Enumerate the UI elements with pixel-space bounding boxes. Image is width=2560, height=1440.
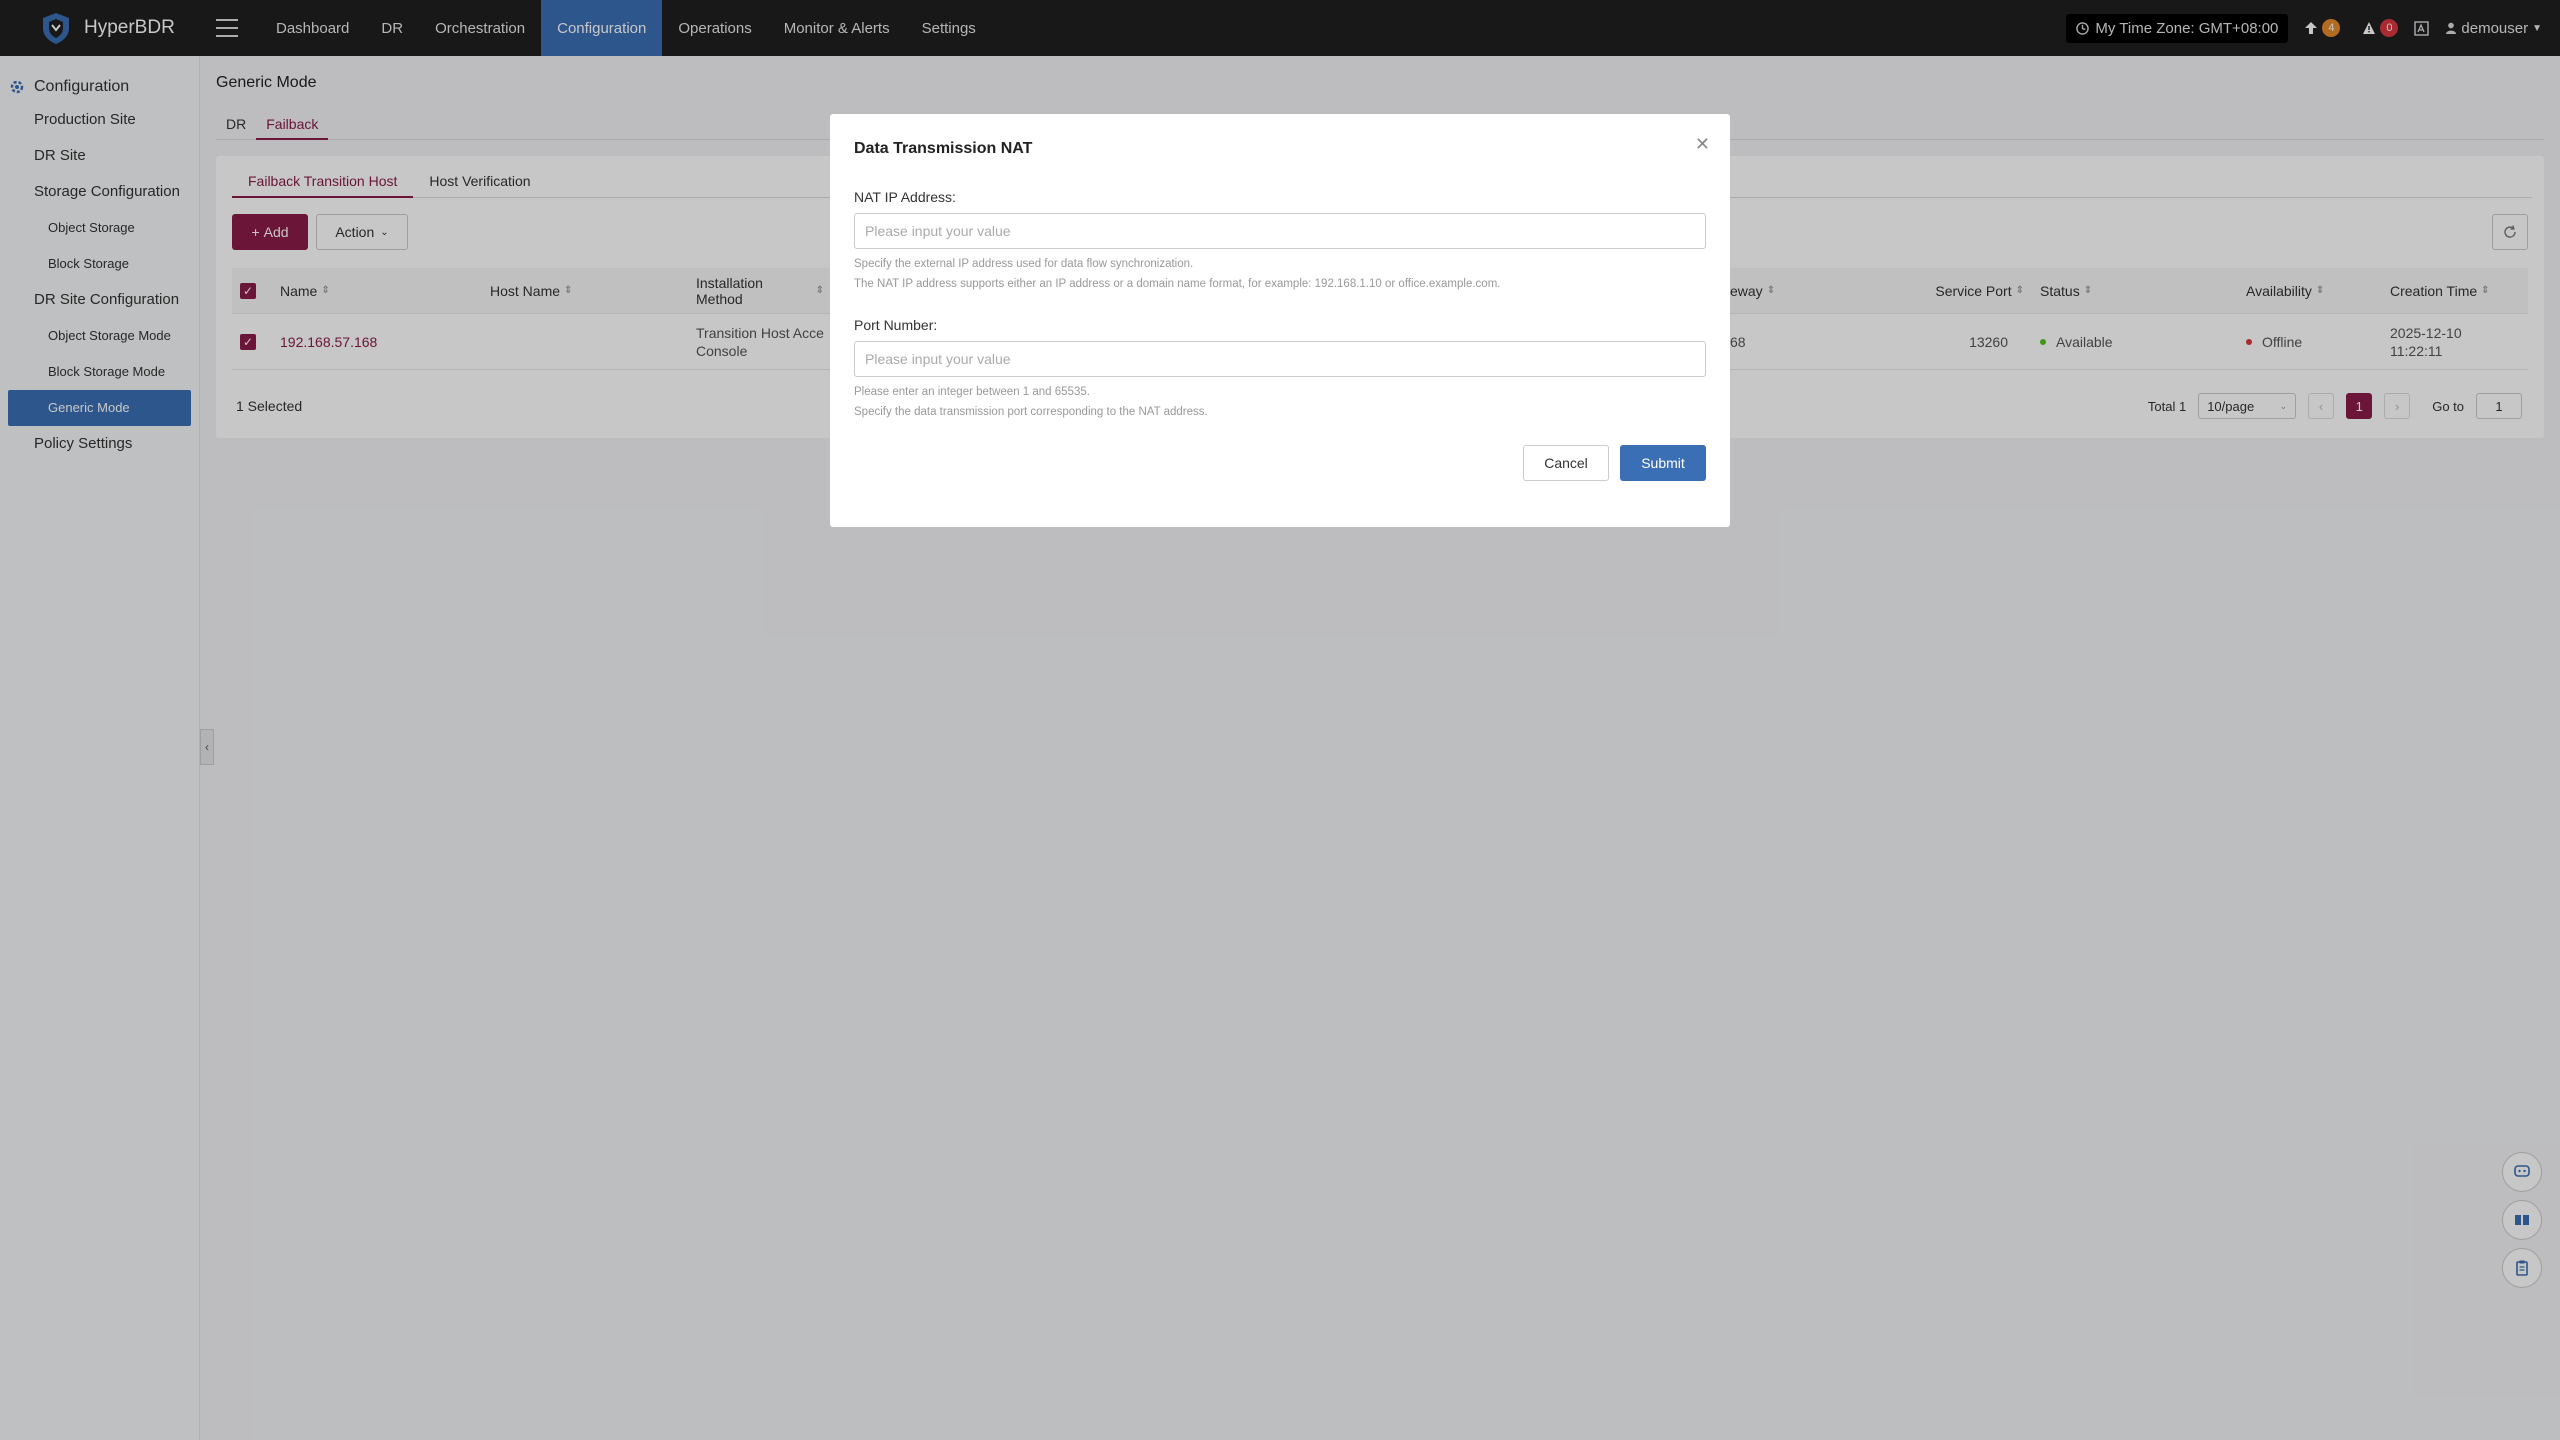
nat-ip-hint-1: Specify the external IP address used for… bbox=[854, 258, 1194, 270]
port-number-input[interactable] bbox=[854, 341, 1706, 377]
port-hint-2: Specify the data transmission port corre… bbox=[854, 406, 1208, 418]
cancel-button[interactable]: Cancel bbox=[1523, 445, 1609, 481]
close-icon[interactable]: ✕ bbox=[1695, 134, 1710, 155]
submit-button[interactable]: Submit bbox=[1620, 445, 1706, 481]
nat-ip-label: NAT IP Address: bbox=[854, 189, 956, 205]
dialog-title: Data Transmission NAT bbox=[854, 140, 1033, 157]
nat-dialog: Data Transmission NAT ✕ NAT IP Address: … bbox=[830, 114, 1730, 527]
nat-ip-input[interactable] bbox=[854, 213, 1706, 249]
port-hint-1: Please enter an integer between 1 and 65… bbox=[854, 386, 1090, 398]
nat-ip-hint-2: The NAT IP address supports either an IP… bbox=[854, 278, 1501, 290]
port-number-label: Port Number: bbox=[854, 317, 938, 333]
